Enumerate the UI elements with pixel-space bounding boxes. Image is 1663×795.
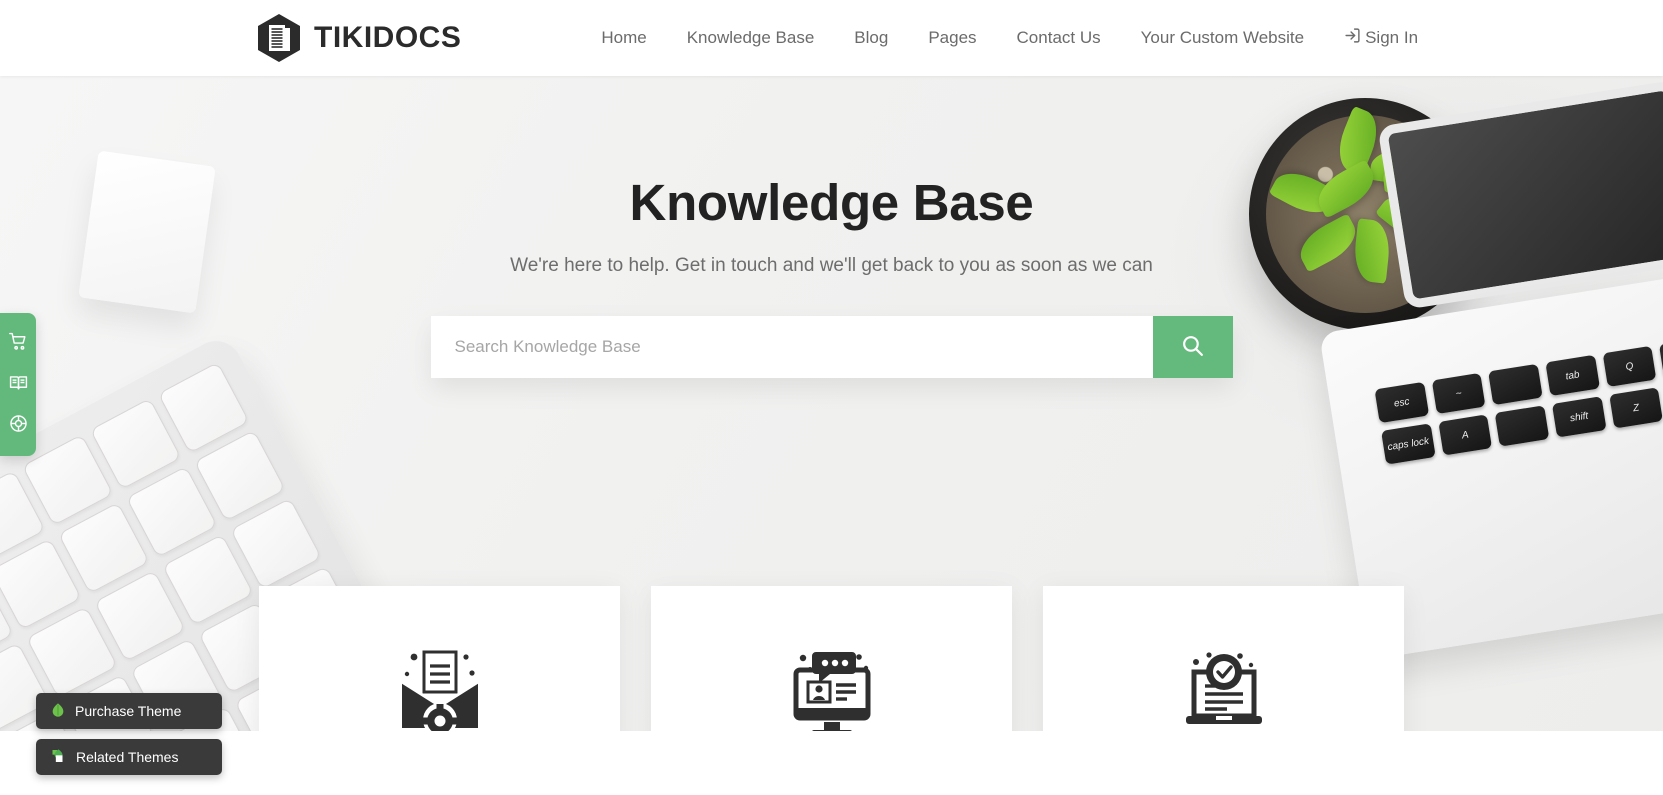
monitor-profile-chat-icon bbox=[685, 642, 978, 731]
search-button[interactable] bbox=[1152, 315, 1233, 378]
search-icon bbox=[1180, 333, 1205, 361]
rail-docs[interactable] bbox=[0, 364, 36, 405]
card-developer-and-resources[interactable]: Developer and Resources Unlike other Fra… bbox=[1043, 586, 1404, 731]
nav-contact-us[interactable]: Contact Us bbox=[997, 28, 1121, 48]
page-title: Knowledge Base bbox=[629, 174, 1034, 231]
purchase-theme-label: Purchase Theme bbox=[75, 703, 182, 719]
laptop-check-icon bbox=[1077, 642, 1370, 731]
laptop-key: caps lock bbox=[1381, 423, 1436, 465]
search-input[interactable] bbox=[430, 315, 1153, 378]
life-ring-icon bbox=[9, 414, 28, 438]
sign-in-label: Sign In bbox=[1365, 28, 1419, 47]
hero-content: Knowledge Base We're here to help. Get i… bbox=[0, 76, 1663, 378]
laptop-key: shift bbox=[1551, 396, 1607, 438]
knowledge-base-search bbox=[430, 315, 1233, 378]
hero-subtitle: We're here to help. Get in touch and we'… bbox=[510, 254, 1153, 276]
card-help-and-documentation[interactable]: Help and Documentation Unlike other Fram… bbox=[259, 586, 620, 731]
related-themes-label: Related Themes bbox=[76, 749, 179, 765]
main-navigation: Home Knowledge Base Blog Pages Contact U… bbox=[581, 27, 1438, 49]
document-hex-logo-icon bbox=[256, 13, 302, 63]
promo-buttons: Purchase Theme Related Themes bbox=[36, 693, 222, 775]
laptop-key: A bbox=[1437, 414, 1493, 456]
purchase-theme-button[interactable]: Purchase Theme bbox=[36, 693, 222, 729]
laptop-key bbox=[1494, 405, 1550, 447]
site-header: TIKIDOCS Home Knowledge Base Blog Pages … bbox=[0, 0, 1663, 76]
page-root: TIKIDOCS Home Knowledge Base Blog Pages … bbox=[0, 0, 1663, 795]
nav-pages[interactable]: Pages bbox=[908, 28, 996, 48]
login-arrow-icon bbox=[1344, 27, 1361, 49]
nav-knowledge-base[interactable]: Knowledge Base bbox=[667, 28, 835, 48]
related-themes-leaves-icon bbox=[50, 748, 67, 767]
rail-cart[interactable] bbox=[0, 323, 36, 364]
hero-section: esc ~ tab Q caps lock A shift Z Knowledg… bbox=[0, 76, 1663, 731]
open-book-icon bbox=[9, 373, 28, 397]
rail-support[interactable] bbox=[0, 405, 36, 446]
laptop-key: esc bbox=[1374, 381, 1429, 424]
sign-in-button[interactable]: Sign In bbox=[1324, 27, 1438, 49]
laptop-key: Z bbox=[1608, 387, 1663, 429]
nav-blog[interactable]: Blog bbox=[834, 28, 908, 48]
shopping-cart-icon bbox=[8, 332, 28, 356]
envelope-document-gear-icon bbox=[293, 642, 586, 731]
laptop-key: ~ bbox=[1431, 372, 1486, 415]
feature-cards: Help and Documentation Unlike other Fram… bbox=[0, 586, 1663, 731]
green-leaf-icon bbox=[50, 702, 66, 721]
nav-home[interactable]: Home bbox=[581, 28, 666, 48]
brand-name: TIKIDOCS bbox=[314, 21, 462, 54]
brand-logo[interactable]: TIKIDOCS bbox=[256, 13, 461, 63]
card-community-and-support[interactable]: Community and Support Unlike other Frame… bbox=[651, 586, 1012, 731]
related-themes-button[interactable]: Related Themes bbox=[36, 739, 222, 775]
nav-your-custom-website[interactable]: Your Custom Website bbox=[1121, 28, 1324, 48]
side-rail bbox=[0, 313, 36, 456]
